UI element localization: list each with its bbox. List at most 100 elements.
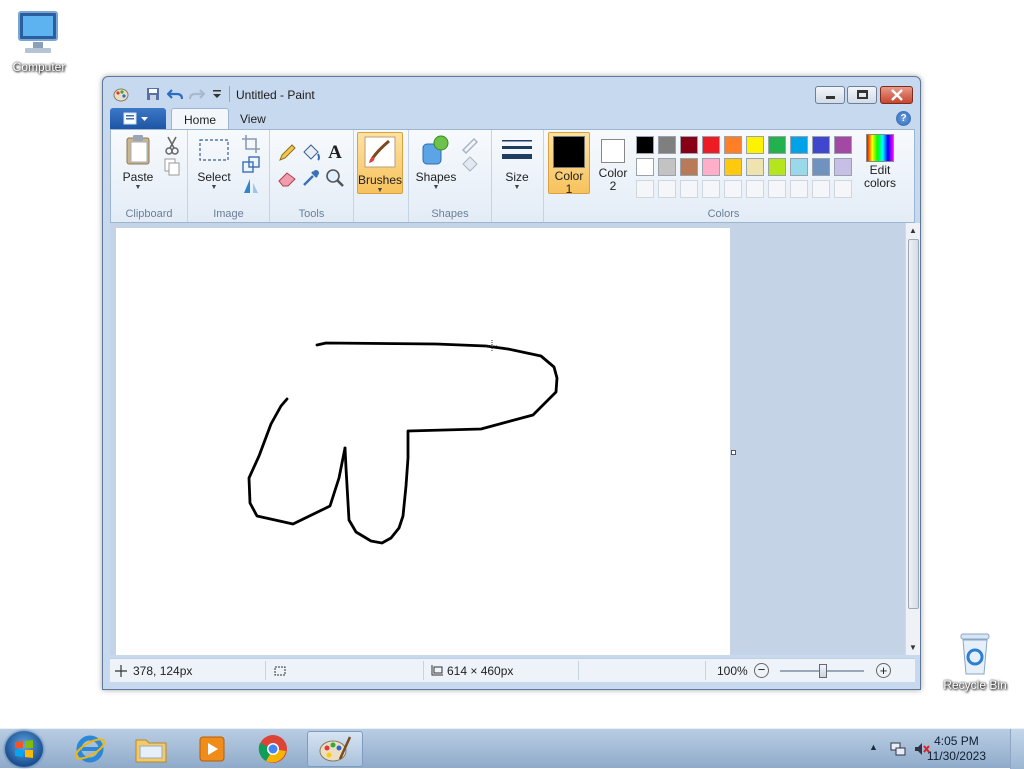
color-swatch[interactable]: [746, 180, 764, 198]
color-swatch[interactable]: [680, 136, 698, 154]
color-swatch[interactable]: [768, 158, 786, 176]
color-swatch[interactable]: [790, 180, 808, 198]
redo-icon[interactable]: [189, 86, 205, 102]
color-swatch[interactable]: [812, 158, 830, 176]
size-button[interactable]: Size ▼: [498, 134, 536, 192]
color-swatch[interactable]: [834, 158, 852, 176]
magnifier-icon[interactable]: [324, 167, 346, 189]
taskbar-media-player[interactable]: [184, 731, 240, 767]
taskbar-internet-explorer[interactable]: [62, 731, 118, 767]
color-swatch[interactable]: [658, 158, 676, 176]
color-swatch[interactable]: [746, 136, 764, 154]
copy-icon[interactable]: [161, 156, 183, 178]
scroll-up-arrow[interactable]: ▲: [909, 226, 917, 235]
color-swatch[interactable]: [724, 180, 742, 198]
tray-show-hidden-icon[interactable]: ▲: [869, 742, 878, 752]
color-swatch[interactable]: [636, 158, 654, 176]
zoom-in-button[interactable]: +: [876, 663, 891, 678]
status-separator: [265, 661, 266, 680]
text-tool-icon[interactable]: A: [324, 142, 346, 164]
color-swatch[interactable]: [768, 180, 786, 198]
brushes-button[interactable]: Brushes ▼: [357, 132, 403, 194]
group-label-image: Image: [213, 208, 244, 220]
start-button[interactable]: [5, 731, 43, 767]
color-swatch[interactable]: [834, 180, 852, 198]
color-swatch[interactable]: [724, 136, 742, 154]
drawing-canvas[interactable]: [116, 228, 730, 655]
select-button[interactable]: Select ▼: [192, 134, 236, 192]
restore-button[interactable]: [847, 86, 877, 104]
network-icon[interactable]: [889, 740, 907, 758]
show-desktop-button[interactable]: [1010, 729, 1024, 769]
group-image: Select ▼ Image: [188, 130, 270, 222]
color1-button[interactable]: Color 1: [548, 132, 590, 196]
cut-icon[interactable]: [161, 134, 183, 156]
size-dropdown-icon: ▼: [513, 184, 521, 191]
color-swatch[interactable]: [658, 136, 676, 154]
desktop-icon-recycle-bin[interactable]: Recycle Bin: [940, 630, 1010, 692]
rotate-icon[interactable]: [240, 175, 262, 197]
taskbar-file-explorer[interactable]: [123, 731, 179, 767]
shapes-button[interactable]: Shapes ▼: [413, 134, 459, 192]
title-divider: [229, 86, 230, 102]
color-swatch[interactable]: [702, 136, 720, 154]
color-swatch[interactable]: [812, 136, 830, 154]
drawn-stroke: [247, 340, 559, 545]
resize-icon[interactable]: [240, 154, 262, 176]
help-button[interactable]: ?: [896, 111, 911, 126]
zoom-out-button[interactable]: −: [754, 663, 769, 678]
undo-icon[interactable]: [167, 86, 183, 102]
edit-colors-button[interactable]: Edit colors: [860, 134, 900, 190]
selection-size-icon: [274, 666, 286, 676]
customize-quick-access-icon[interactable]: [209, 86, 225, 102]
color-swatch[interactable]: [768, 136, 786, 154]
close-button[interactable]: [880, 86, 913, 104]
desktop-icon-computer[interactable]: Computer: [4, 8, 74, 74]
fill-shape-icon[interactable]: [459, 154, 481, 176]
canvas-workspace: [110, 223, 905, 655]
tab-home[interactable]: Home: [171, 108, 230, 130]
vertical-scrollbar[interactable]: ▲ ▼: [905, 223, 920, 655]
color-swatch[interactable]: [746, 158, 764, 176]
color-swatch[interactable]: [658, 180, 676, 198]
color-swatch[interactable]: [702, 158, 720, 176]
color-swatch[interactable]: [724, 158, 742, 176]
taskbar-chrome[interactable]: [245, 731, 301, 767]
paint-app-icon[interactable]: [113, 86, 129, 102]
fill-icon[interactable]: [300, 142, 322, 164]
color2-button[interactable]: Color 2: [592, 132, 634, 194]
pencil-icon[interactable]: [276, 142, 298, 164]
clock[interactable]: 4:05 PM 11/30/2023: [927, 734, 986, 764]
zoom-level: 100%: [717, 664, 748, 678]
title-bar[interactable]: Untitled - Paint: [103, 77, 920, 107]
outline-icon[interactable]: [459, 133, 481, 155]
scrollbar-thumb[interactable]: [908, 239, 919, 609]
color-swatch[interactable]: [636, 180, 654, 198]
color-swatch[interactable]: [812, 180, 830, 198]
color-swatch[interactable]: [680, 180, 698, 198]
eraser-icon[interactable]: [276, 167, 298, 189]
color-swatch[interactable]: [680, 158, 698, 176]
color-swatch[interactable]: [790, 158, 808, 176]
chrome-icon: [258, 735, 287, 763]
zoom-slider[interactable]: [780, 664, 864, 678]
shapes-icon: [422, 135, 449, 165]
paint-menu-button[interactable]: [110, 108, 166, 129]
save-icon[interactable]: [145, 86, 161, 102]
scroll-down-arrow[interactable]: ▼: [909, 643, 917, 652]
canvas-size-icon: [431, 665, 443, 676]
paste-button[interactable]: Paste ▼: [115, 134, 161, 192]
desktop-icon-label: Recycle Bin: [943, 678, 1007, 692]
paint-window: Untitled - Paint Home View ? Paste ▼ Cli…: [102, 76, 921, 690]
minimize-button[interactable]: [815, 86, 845, 104]
color-swatch[interactable]: [636, 136, 654, 154]
crop-icon[interactable]: [240, 133, 262, 155]
color-swatch[interactable]: [702, 180, 720, 198]
canvas-resize-handle[interactable]: [731, 450, 736, 455]
color-swatch[interactable]: [790, 136, 808, 154]
tab-view[interactable]: View: [228, 108, 278, 130]
taskbar-paint[interactable]: [307, 731, 363, 767]
color-swatch[interactable]: [834, 136, 852, 154]
zoom-slider-thumb[interactable]: [819, 664, 827, 678]
color-picker-icon[interactable]: [300, 167, 322, 189]
